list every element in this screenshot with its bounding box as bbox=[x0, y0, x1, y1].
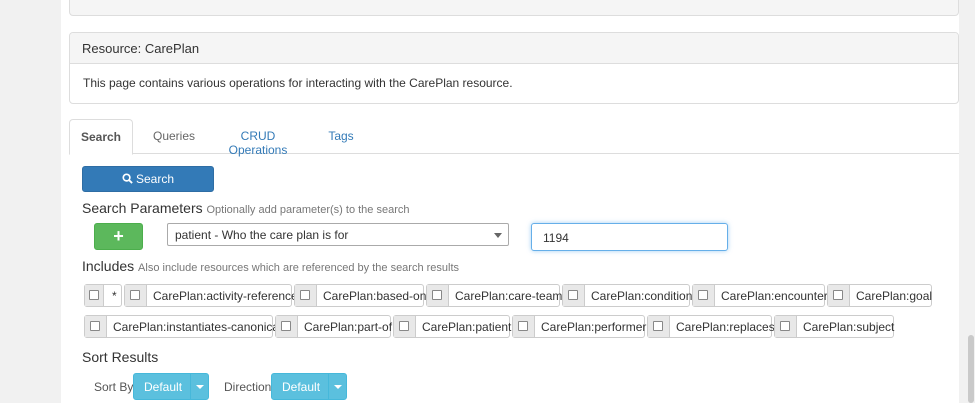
top-panel bbox=[69, 0, 959, 16]
include-checkbox[interactable] bbox=[518, 321, 528, 331]
sort-by-label: Sort By bbox=[94, 380, 134, 394]
search-button[interactable]: Search bbox=[82, 166, 214, 192]
include-checkbox[interactable] bbox=[432, 290, 442, 300]
include-checkbox[interactable] bbox=[698, 290, 708, 300]
include-checkbox[interactable] bbox=[89, 290, 99, 300]
caret-down-icon bbox=[334, 385, 342, 389]
include-checkbox[interactable] bbox=[281, 321, 291, 331]
include-chip-instantiates-canonical[interactable]: CarePlan:instantiates-canonical bbox=[84, 315, 282, 338]
search-icon bbox=[122, 172, 133, 186]
include-checkbox[interactable] bbox=[399, 321, 409, 331]
sort-results-heading: Sort Results bbox=[82, 349, 159, 365]
include-chip-performer[interactable]: CarePlan:performer bbox=[512, 315, 646, 338]
include-checkbox[interactable] bbox=[90, 321, 100, 331]
caret-down-icon bbox=[196, 385, 204, 389]
includes-hint: Also include resources which are referen… bbox=[138, 262, 460, 274]
direction-toggle[interactable] bbox=[328, 374, 346, 399]
search-parameters-hint: Optionally add parameter(s) to the searc… bbox=[206, 204, 410, 216]
direction-label: Direction bbox=[224, 380, 272, 394]
search-button-label: Search bbox=[135, 172, 175, 186]
include-checkbox[interactable] bbox=[653, 321, 663, 331]
include-chip-patient[interactable]: CarePlan:patient bbox=[393, 315, 511, 338]
include-checkbox[interactable] bbox=[130, 290, 140, 300]
include-chip-care-team[interactable]: CarePlan:care-team bbox=[426, 284, 562, 307]
resource-panel-description: This page contains various operations fo… bbox=[83, 76, 513, 90]
include-chip-based-on[interactable]: CarePlan:based-on bbox=[294, 284, 426, 307]
tab-queries[interactable]: Queries bbox=[143, 119, 205, 154]
resource-panel-title: Resource: CarePlan bbox=[70, 33, 958, 64]
add-parameter-button[interactable]: + bbox=[94, 223, 143, 250]
include-chip-encounter[interactable]: CarePlan:encounter bbox=[692, 284, 828, 307]
sort-by-dropdown[interactable]: Default bbox=[133, 373, 209, 400]
resource-panel: Resource: CarePlan This page contains va… bbox=[69, 32, 959, 104]
parameter-select[interactable]: patient - Who the care plan is for bbox=[167, 223, 509, 246]
include-chip-activity-reference[interactable]: CarePlan:activity-reference bbox=[124, 284, 298, 307]
tab-search[interactable]: Search bbox=[69, 119, 133, 155]
sort-by-value: Default bbox=[144, 380, 183, 394]
include-chip-subject[interactable]: CarePlan:subject bbox=[774, 315, 894, 338]
parameter-select-value: patient - Who the care plan is for bbox=[175, 228, 349, 242]
tab-crud-operations[interactable]: CRUD Operations bbox=[210, 119, 306, 157]
include-checkbox[interactable] bbox=[833, 290, 843, 300]
includes-heading: Includes Also include resources which ar… bbox=[82, 258, 460, 274]
include-checkbox[interactable] bbox=[300, 290, 310, 300]
include-chip-goal[interactable]: CarePlan:goal bbox=[827, 284, 932, 307]
direction-dropdown[interactable]: Default bbox=[271, 373, 347, 400]
include-chip-replaces[interactable]: CarePlan:replaces bbox=[647, 315, 775, 338]
sort-by-toggle[interactable] bbox=[190, 374, 208, 399]
include-chip-condition[interactable]: CarePlan:condition bbox=[562, 284, 692, 307]
scrollbar-thumb[interactable] bbox=[968, 335, 974, 403]
include-chip-wildcard[interactable]: * bbox=[84, 284, 122, 307]
search-parameters-heading: Search Parameters Optionally add paramet… bbox=[82, 200, 410, 216]
include-checkbox[interactable] bbox=[780, 321, 790, 331]
tab-tags[interactable]: Tags bbox=[324, 119, 358, 154]
include-chip-part-of[interactable]: CarePlan:part-of bbox=[275, 315, 392, 338]
scrollbar[interactable] bbox=[967, 0, 975, 403]
parameter-value-input[interactable]: 1194 bbox=[531, 223, 728, 251]
chevron-down-icon bbox=[494, 233, 502, 238]
direction-value: Default bbox=[282, 380, 321, 394]
include-checkbox[interactable] bbox=[568, 290, 578, 300]
tab-bar: Search Queries CRUD Operations Tags bbox=[69, 119, 959, 157]
